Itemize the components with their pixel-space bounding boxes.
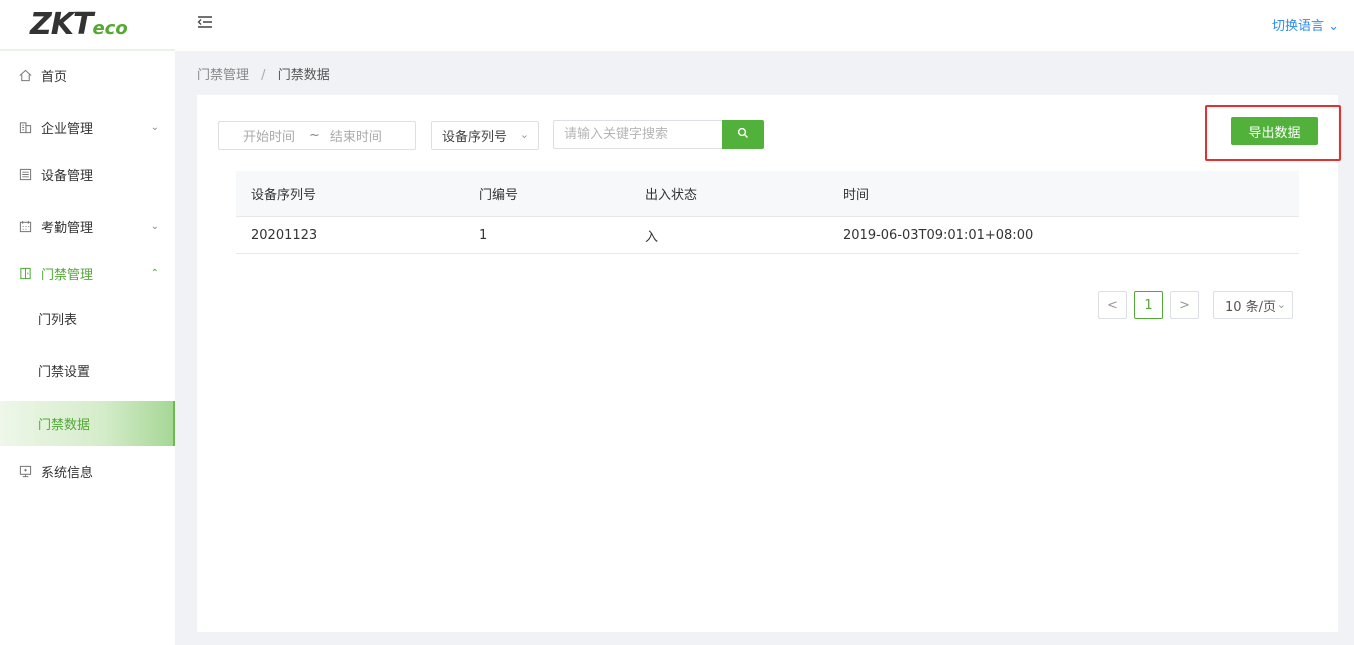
column-header: 设备序列号	[251, 188, 317, 203]
chevron-left-icon: <	[1107, 297, 1118, 313]
sidebar-item-attendance[interactable]: 考勤管理 ⌄	[0, 203, 175, 249]
table-header: 设备序列号 门编号 出入状态 时间	[236, 171, 1299, 217]
sidebar-item-label: 考勤管理	[41, 220, 94, 236]
serial-select-value: 设备序列号	[442, 130, 508, 145]
breadcrumb-parent[interactable]: 门禁管理	[197, 68, 249, 83]
sidebar-item-home[interactable]: 首页	[0, 52, 175, 98]
table-row: 20201123 1 入 2019-06-03T09:01:01+08:00	[236, 217, 1299, 254]
chevron-down-icon: ⌄	[519, 128, 529, 141]
serial-select[interactable]: 设备序列号 ⌄	[431, 121, 539, 150]
chevron-down-icon: ⌄	[150, 121, 159, 133]
sidebar-item-enterprise[interactable]: 企业管理 ⌄	[0, 104, 175, 150]
keyword-search-input[interactable]	[553, 120, 723, 149]
prev-page-button[interactable]: <	[1098, 291, 1127, 319]
sidebar-item-label: 首页	[41, 69, 68, 85]
menu-collapse-icon[interactable]	[197, 14, 213, 30]
range-separator: ~	[309, 128, 320, 143]
building-icon	[18, 120, 32, 134]
next-page-button[interactable]: >	[1170, 291, 1199, 319]
sidebar-item-access-control[interactable]: 门禁管理 ⌃	[0, 250, 175, 296]
device-icon	[18, 167, 32, 181]
sidebar-subitem-label: 门列表	[38, 312, 78, 328]
table-cell: 2019-06-03T09:01:01+08:00	[843, 227, 1034, 243]
sidebar-item-system-info[interactable]: 系统信息	[0, 448, 175, 494]
door-icon	[18, 266, 32, 280]
breadcrumb-separator: /	[261, 68, 266, 83]
sidebar-subitem-label: 门禁设置	[38, 364, 91, 380]
chevron-down-icon: ⌄	[1328, 19, 1339, 34]
export-data-button[interactable]: 导出数据	[1231, 117, 1318, 145]
column-header: 时间	[843, 188, 870, 203]
page-size-value: 10 条/页	[1225, 299, 1277, 315]
chevron-up-icon: ⌃	[150, 267, 159, 279]
page-number-button[interactable]: 1	[1134, 291, 1163, 319]
breadcrumb: 门禁管理 / 门禁数据	[197, 64, 330, 83]
start-time-placeholder[interactable]: 开始时间	[243, 126, 295, 145]
logo-text: ZKTeco	[30, 7, 128, 42]
sidebar-subitem-door-list[interactable]: 门列表	[0, 295, 175, 341]
calendar-icon	[18, 219, 32, 233]
page-size-select[interactable]: 10 条/页 ⌄	[1213, 291, 1293, 319]
column-header: 门编号	[479, 188, 519, 203]
monitor-icon	[18, 464, 32, 478]
page-number: 1	[1144, 297, 1153, 313]
sidebar-item-label: 门禁管理	[41, 267, 94, 283]
sidebar-subitem-label: 门禁数据	[38, 418, 91, 433]
home-icon	[18, 68, 32, 82]
sidebar: ZKTeco 首页 企业管理 ⌄ 设备管理 考勤管理 ⌄ 门禁管理 ⌃ 门列表 …	[0, 0, 175, 645]
top-header: 切换语言 ⌄	[175, 0, 1354, 51]
logo: ZKTeco	[0, 0, 175, 51]
table-cell: 入	[645, 229, 659, 245]
breadcrumb-current: 门禁数据	[277, 68, 330, 83]
date-range-picker[interactable]: 开始时间 ~ 结束时间	[218, 121, 416, 150]
data-table: 设备序列号 门编号 出入状态 时间 20201123 1 入 2019-06-0…	[236, 171, 1299, 254]
column-header: 出入状态	[645, 188, 698, 203]
language-switch[interactable]: 切换语言 ⌄	[1272, 15, 1339, 34]
sidebar-item-label: 设备管理	[41, 168, 94, 184]
content-panel: 开始时间 ~ 结束时间 设备序列号 ⌄ 导出数据 设备序列号 门编号 出入状态 …	[197, 95, 1341, 632]
chevron-right-icon: >	[1179, 297, 1190, 313]
search-icon	[737, 127, 749, 143]
sidebar-subitem-access-settings[interactable]: 门禁设置	[0, 347, 175, 393]
search-button[interactable]	[722, 120, 764, 149]
sidebar-item-device[interactable]: 设备管理	[0, 151, 175, 197]
chevron-down-icon: ⌄	[1276, 298, 1286, 311]
sidebar-item-label: 系统信息	[41, 465, 94, 481]
end-time-placeholder[interactable]: 结束时间	[330, 126, 382, 145]
sidebar-subitem-access-data[interactable]: 门禁数据	[0, 401, 175, 446]
sidebar-item-label: 企业管理	[41, 121, 94, 137]
chevron-down-icon: ⌄	[150, 220, 159, 232]
table-cell: 20201123	[251, 227, 318, 243]
table-cell: 1	[479, 227, 488, 243]
